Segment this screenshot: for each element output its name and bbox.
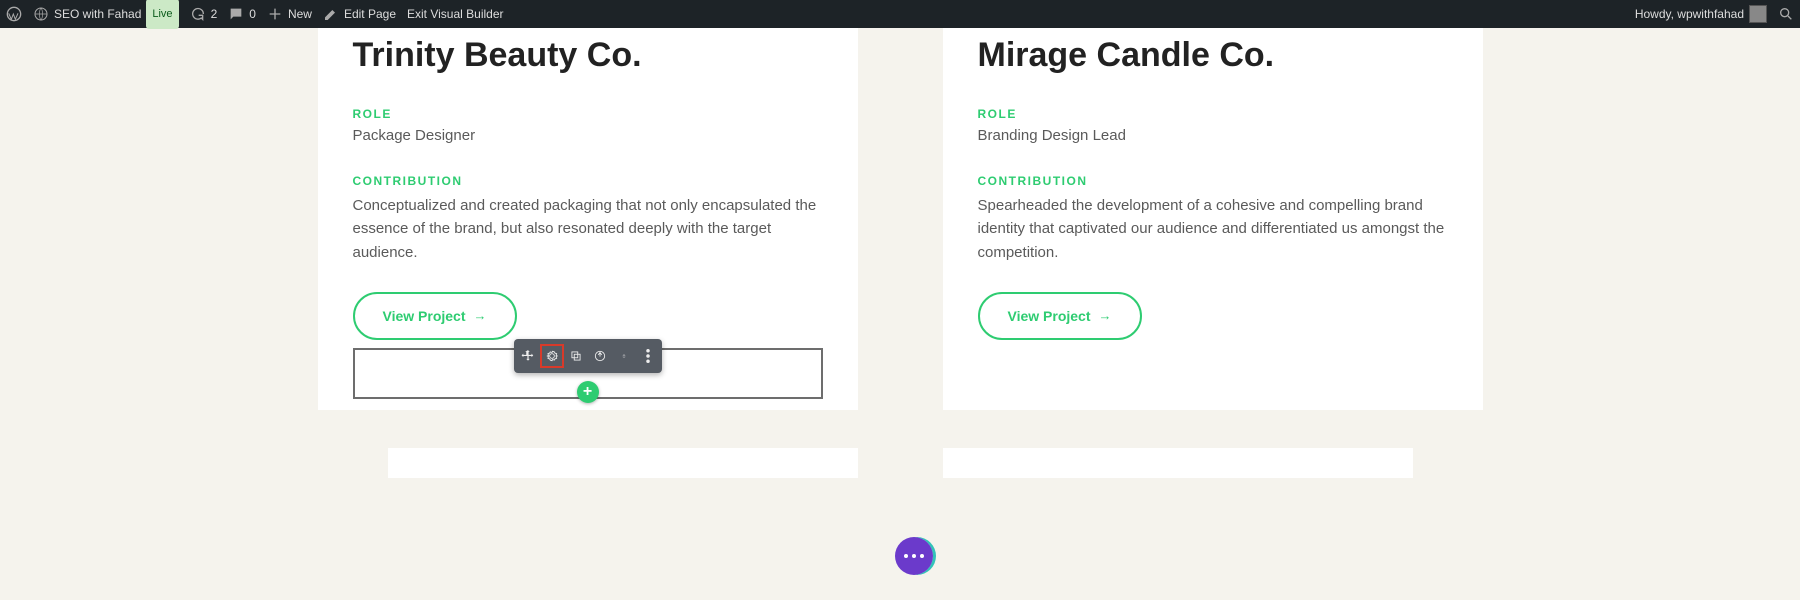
role-heading: ROLE — [978, 107, 1448, 121]
portfolio-row: Trinity Beauty Co. ROLE Package Designer… — [0, 28, 1800, 410]
comment-icon — [228, 6, 244, 22]
arrow-right-icon: → — [1099, 308, 1112, 323]
wp-logo-icon[interactable] — [6, 6, 22, 22]
delete-button[interactable] — [612, 344, 636, 368]
edit-page-link[interactable]: Edit Page — [323, 0, 396, 28]
contribution-heading: CONTRIBUTION — [353, 174, 823, 188]
move-button[interactable] — [516, 344, 540, 368]
exit-visual-builder-link[interactable]: Exit Visual Builder — [407, 0, 504, 28]
settings-button[interactable] — [540, 344, 564, 368]
portfolio-row-2 — [0, 448, 1800, 478]
globe-icon — [33, 6, 49, 22]
exit-vb-label: Exit Visual Builder — [407, 0, 504, 28]
card-title: Mirage Candle Co. — [978, 36, 1448, 75]
site-name-link[interactable]: SEO with Fahad Live — [33, 0, 179, 29]
view-project-label: View Project — [383, 308, 466, 324]
card-title: Trinity Beauty Co. — [353, 36, 823, 75]
portfolio-card — [943, 448, 1413, 478]
comments-count: 0 — [249, 0, 256, 28]
wp-admin-bar: SEO with Fahad Live 2 0 New Edit Page Ex… — [0, 0, 1800, 28]
howdy-link[interactable]: Howdy, wpwithfahad — [1635, 0, 1767, 28]
comments-link[interactable]: 0 — [228, 0, 256, 28]
view-project-label: View Project — [1008, 308, 1091, 324]
portfolio-card-mirage: Mirage Candle Co. ROLE Branding Design L… — [943, 28, 1483, 410]
plus-icon — [267, 6, 283, 22]
refresh-icon — [190, 6, 206, 22]
new-content-link[interactable]: New — [267, 0, 312, 28]
role-value: Package Designer — [353, 127, 823, 144]
role-heading: ROLE — [353, 107, 823, 121]
more-button[interactable] — [636, 344, 660, 368]
edit-page-label: Edit Page — [344, 0, 396, 28]
save-library-button[interactable] — [588, 344, 612, 368]
arrow-right-icon: → — [474, 308, 487, 323]
contribution-heading: CONTRIBUTION — [978, 174, 1448, 188]
add-module-button[interactable]: + — [577, 381, 599, 403]
role-value: Branding Design Lead — [978, 127, 1448, 144]
duplicate-button[interactable] — [564, 344, 588, 368]
updates-link[interactable]: 2 — [190, 0, 218, 28]
divi-page-settings-fab[interactable] — [895, 537, 933, 575]
new-label: New — [288, 0, 312, 28]
portfolio-card — [388, 448, 858, 478]
portfolio-card-trinity: Trinity Beauty Co. ROLE Package Designer… — [318, 28, 858, 410]
site-name-label: SEO with Fahad — [54, 0, 141, 28]
view-project-button[interactable]: View Project → — [353, 292, 517, 340]
contribution-text: Conceptualized and created packaging tha… — [353, 194, 823, 264]
search-icon[interactable] — [1778, 6, 1794, 22]
contribution-text: Spearheaded the development of a cohesiv… — [978, 194, 1448, 264]
page-content: Trinity Beauty Co. ROLE Package Designer… — [0, 28, 1800, 600]
live-badge: Live — [146, 0, 178, 29]
pencil-icon — [323, 6, 339, 22]
view-project-button[interactable]: View Project → — [978, 292, 1142, 340]
avatar — [1749, 5, 1767, 23]
howdy-label: Howdy, wpwithfahad — [1635, 0, 1744, 28]
updates-count: 2 — [211, 0, 218, 28]
dots-icon — [904, 554, 924, 558]
module-toolbar — [514, 339, 662, 373]
